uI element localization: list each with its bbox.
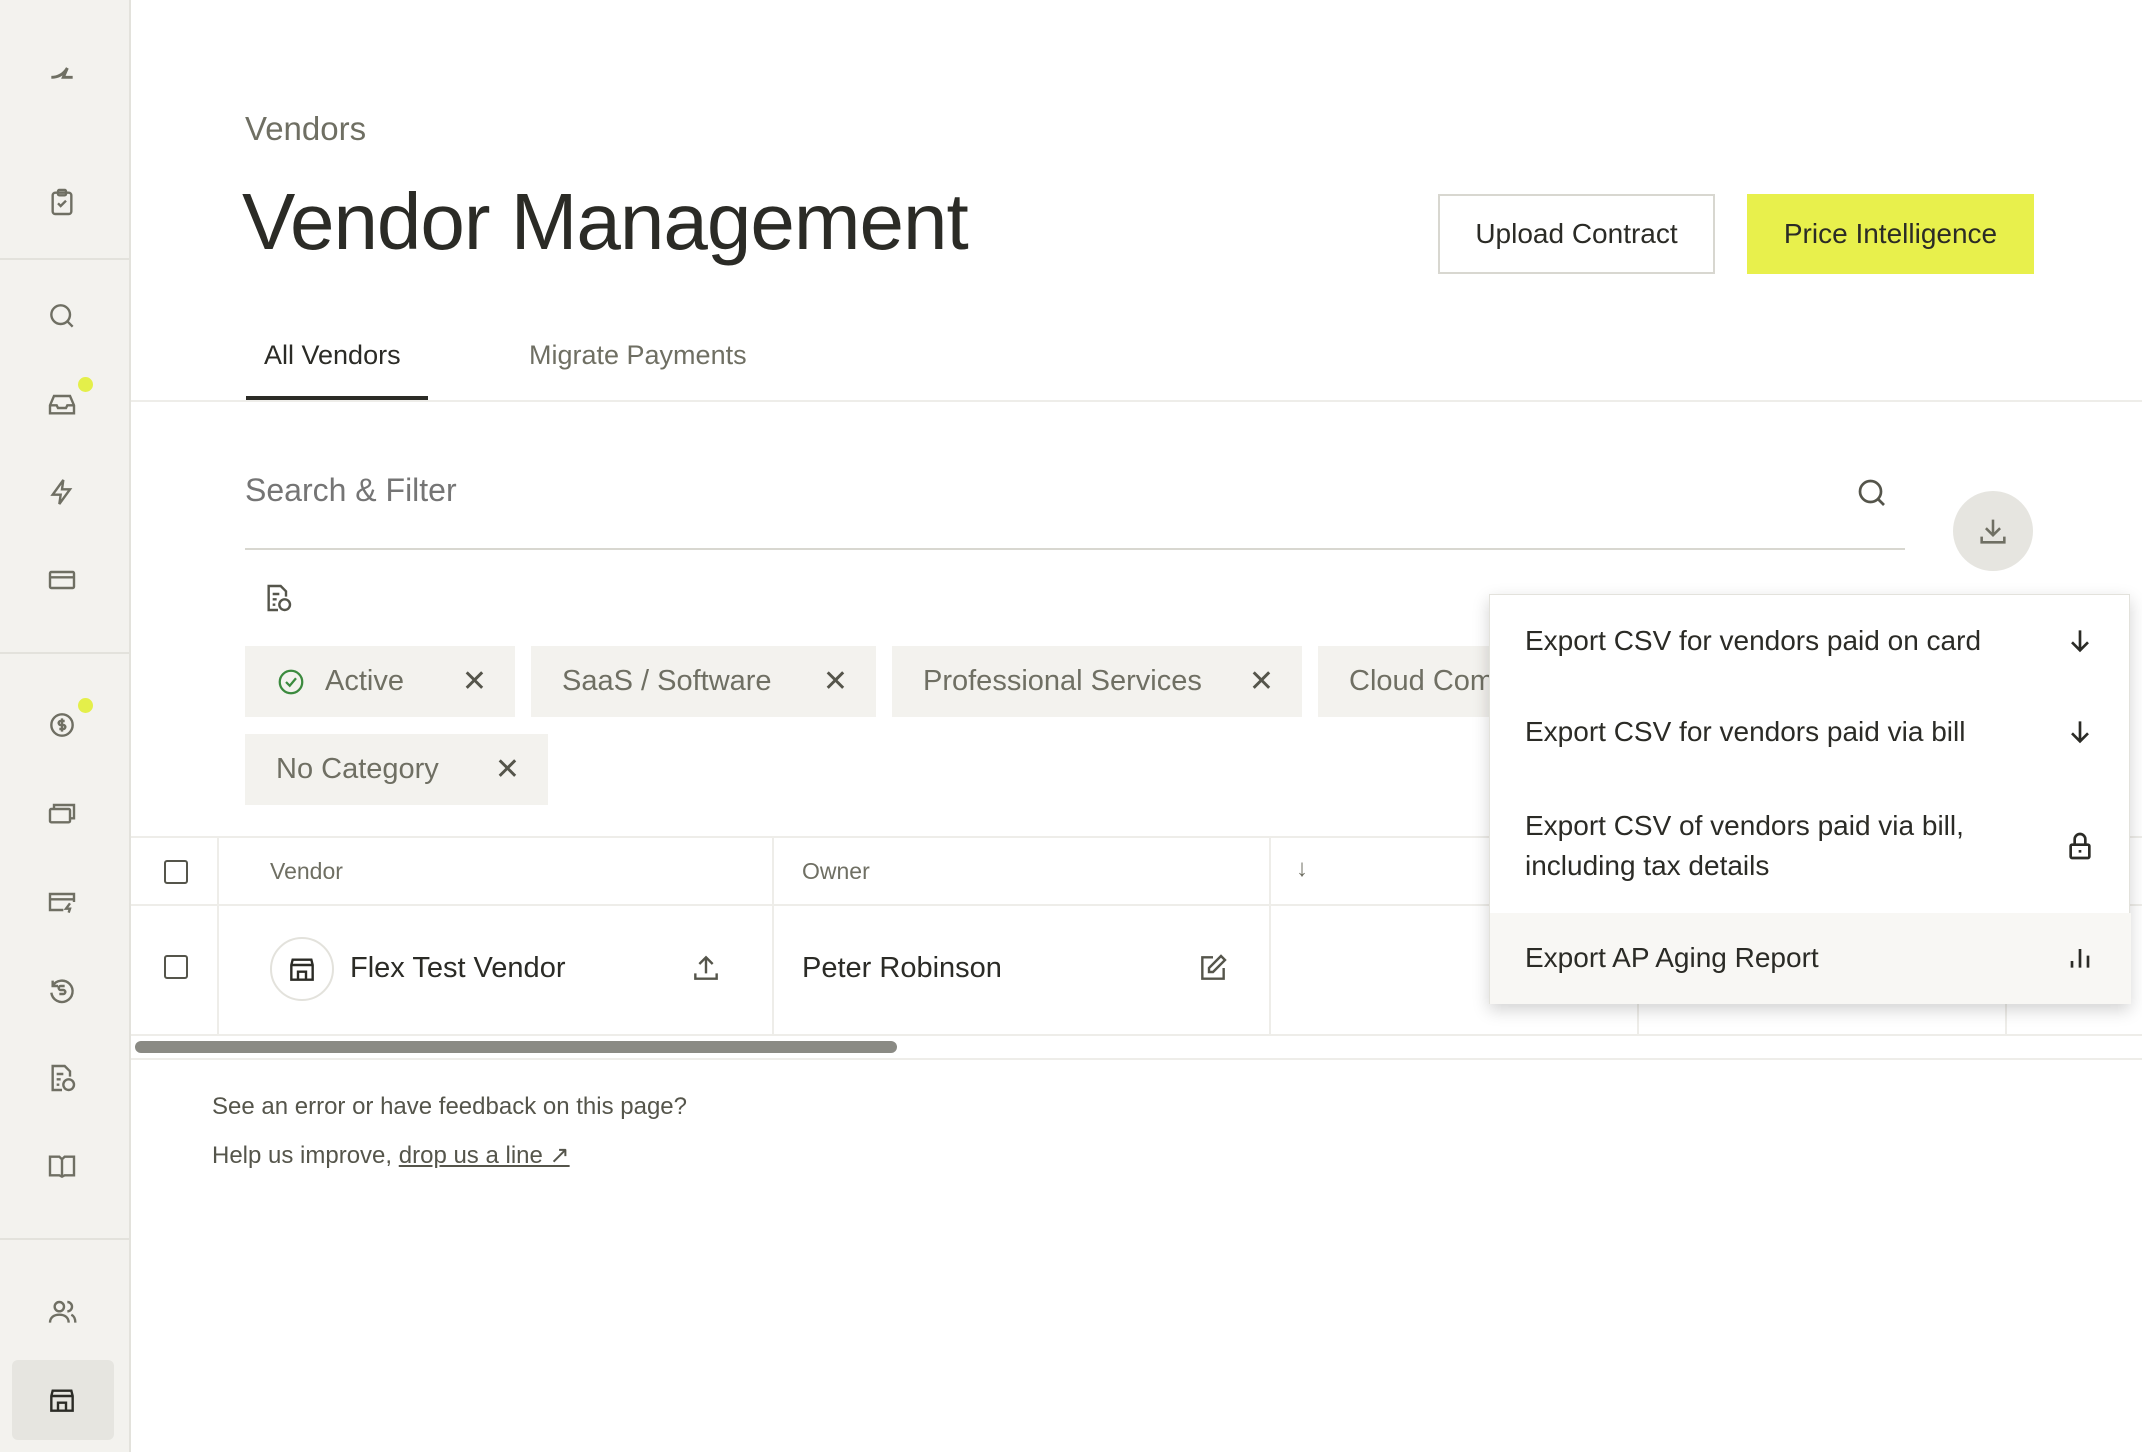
store-icon bbox=[290, 958, 314, 981]
lock-icon bbox=[2064, 830, 2096, 862]
tabs-divider bbox=[131, 400, 2142, 402]
export-bill-tax-csv[interactable]: Export CSV of vendors paid via bill, inc… bbox=[1490, 806, 2131, 896]
horizontal-scrollbar[interactable] bbox=[135, 1041, 897, 1053]
download-icon bbox=[1980, 519, 2006, 544]
search-icon[interactable] bbox=[1854, 475, 1890, 511]
users-icon[interactable] bbox=[42, 1292, 82, 1332]
cards-stack-icon[interactable] bbox=[42, 793, 82, 833]
select-all-checkbox[interactable] bbox=[164, 860, 188, 884]
owner-header[interactable]: Owner bbox=[802, 858, 870, 885]
owner-name: Peter Robinson bbox=[802, 952, 1002, 984]
close-icon[interactable]: ✕ bbox=[495, 752, 520, 787]
export-ap-aging[interactable]: Export AP Aging Report bbox=[1490, 913, 2131, 1004]
export-menu: Export CSV for vendors paid on card Expo… bbox=[1489, 594, 2131, 1004]
card-icon[interactable] bbox=[42, 560, 82, 600]
chip-label: Cloud Com bbox=[1349, 665, 1495, 697]
menu-item-label: Export CSV of vendors paid via bill, inc… bbox=[1525, 810, 1964, 881]
arrow-down-icon bbox=[2064, 716, 2096, 748]
sort-arrow-icon[interactable]: ↓ bbox=[1296, 855, 1308, 883]
invoice-dollar-icon[interactable] bbox=[42, 1058, 82, 1098]
book-icon[interactable] bbox=[42, 1146, 82, 1186]
feedback-help: Help us improve, drop us a line ↗ bbox=[212, 1141, 570, 1170]
logo-icon[interactable] bbox=[42, 52, 82, 92]
edit-icon[interactable] bbox=[1197, 952, 1229, 989]
arrow-down-icon bbox=[2064, 625, 2096, 657]
menu-item-label: Export CSV for vendors paid via bill bbox=[1525, 716, 1966, 747]
menu-item-label: Export AP Aging Report bbox=[1525, 942, 1819, 973]
export-card-csv[interactable]: Export CSV for vendors paid on card bbox=[1490, 621, 2131, 701]
row-checkbox[interactable] bbox=[164, 955, 188, 979]
close-icon[interactable]: ✕ bbox=[462, 664, 487, 699]
upload-contract-button[interactable]: Upload Contract bbox=[1438, 194, 1715, 274]
invoice-dollar-icon[interactable] bbox=[262, 582, 294, 619]
breadcrumb[interactable]: Vendors bbox=[245, 110, 366, 148]
price-intelligence-button[interactable]: Price Intelligence bbox=[1747, 194, 2034, 274]
upload-icon[interactable] bbox=[690, 952, 722, 989]
menu-item-label: Export CSV for vendors paid on card bbox=[1525, 625, 1982, 656]
close-icon[interactable]: ✕ bbox=[823, 664, 848, 699]
scroll-area-border bbox=[131, 1058, 2142, 1060]
refund-dollar-icon[interactable] bbox=[42, 970, 82, 1010]
filter-chip-saas[interactable]: SaaS / Software ✕ bbox=[531, 646, 876, 717]
page-title: Vendor Management bbox=[242, 177, 969, 266]
export-button[interactable] bbox=[1953, 491, 2033, 571]
tab-all-vendors[interactable]: All Vendors bbox=[264, 340, 401, 371]
dollar-circle-icon[interactable] bbox=[42, 705, 82, 745]
filter-chip-active[interactable]: Active ✕ bbox=[245, 646, 515, 717]
close-icon[interactable]: ✕ bbox=[1249, 664, 1274, 699]
feedback-link[interactable]: drop us a line ↗ bbox=[399, 1142, 570, 1169]
card-lightning-icon[interactable] bbox=[42, 882, 82, 922]
search-underline bbox=[245, 548, 1905, 550]
inbox-icon[interactable] bbox=[42, 384, 82, 424]
vendor-header[interactable]: Vendor bbox=[270, 858, 343, 885]
table-row-border bbox=[131, 1034, 2142, 1036]
chip-label: No Category bbox=[276, 753, 439, 785]
search-input[interactable] bbox=[245, 465, 1845, 515]
notification-dot bbox=[78, 698, 93, 713]
filter-chip-no-category[interactable]: No Category ✕ bbox=[245, 734, 548, 805]
search-icon[interactable] bbox=[42, 296, 82, 336]
chip-label: Professional Services bbox=[923, 665, 1202, 697]
vendor-name[interactable]: Flex Test Vendor bbox=[350, 952, 565, 985]
chip-label: Active bbox=[325, 665, 404, 697]
chip-label: SaaS / Software bbox=[562, 665, 772, 697]
notification-dot bbox=[78, 377, 93, 392]
lightning-icon[interactable] bbox=[42, 472, 82, 512]
check-circle-icon bbox=[278, 669, 304, 695]
store-icon[interactable] bbox=[42, 1380, 82, 1420]
tab-migrate-payments[interactable]: Migrate Payments bbox=[529, 340, 747, 371]
clipboard-check-icon[interactable] bbox=[42, 182, 82, 222]
sidebar bbox=[0, 0, 131, 1452]
feedback-text: See an error or have feedback on this pa… bbox=[212, 1093, 687, 1120]
export-bill-csv[interactable]: Export CSV for vendors paid via bill bbox=[1490, 712, 2131, 792]
vendor-avatar bbox=[270, 937, 334, 1001]
bar-chart-icon bbox=[2064, 941, 2096, 973]
feedback-help-text: Help us improve, bbox=[212, 1142, 399, 1169]
filter-chip-professional-services[interactable]: Professional Services ✕ bbox=[892, 646, 1302, 717]
